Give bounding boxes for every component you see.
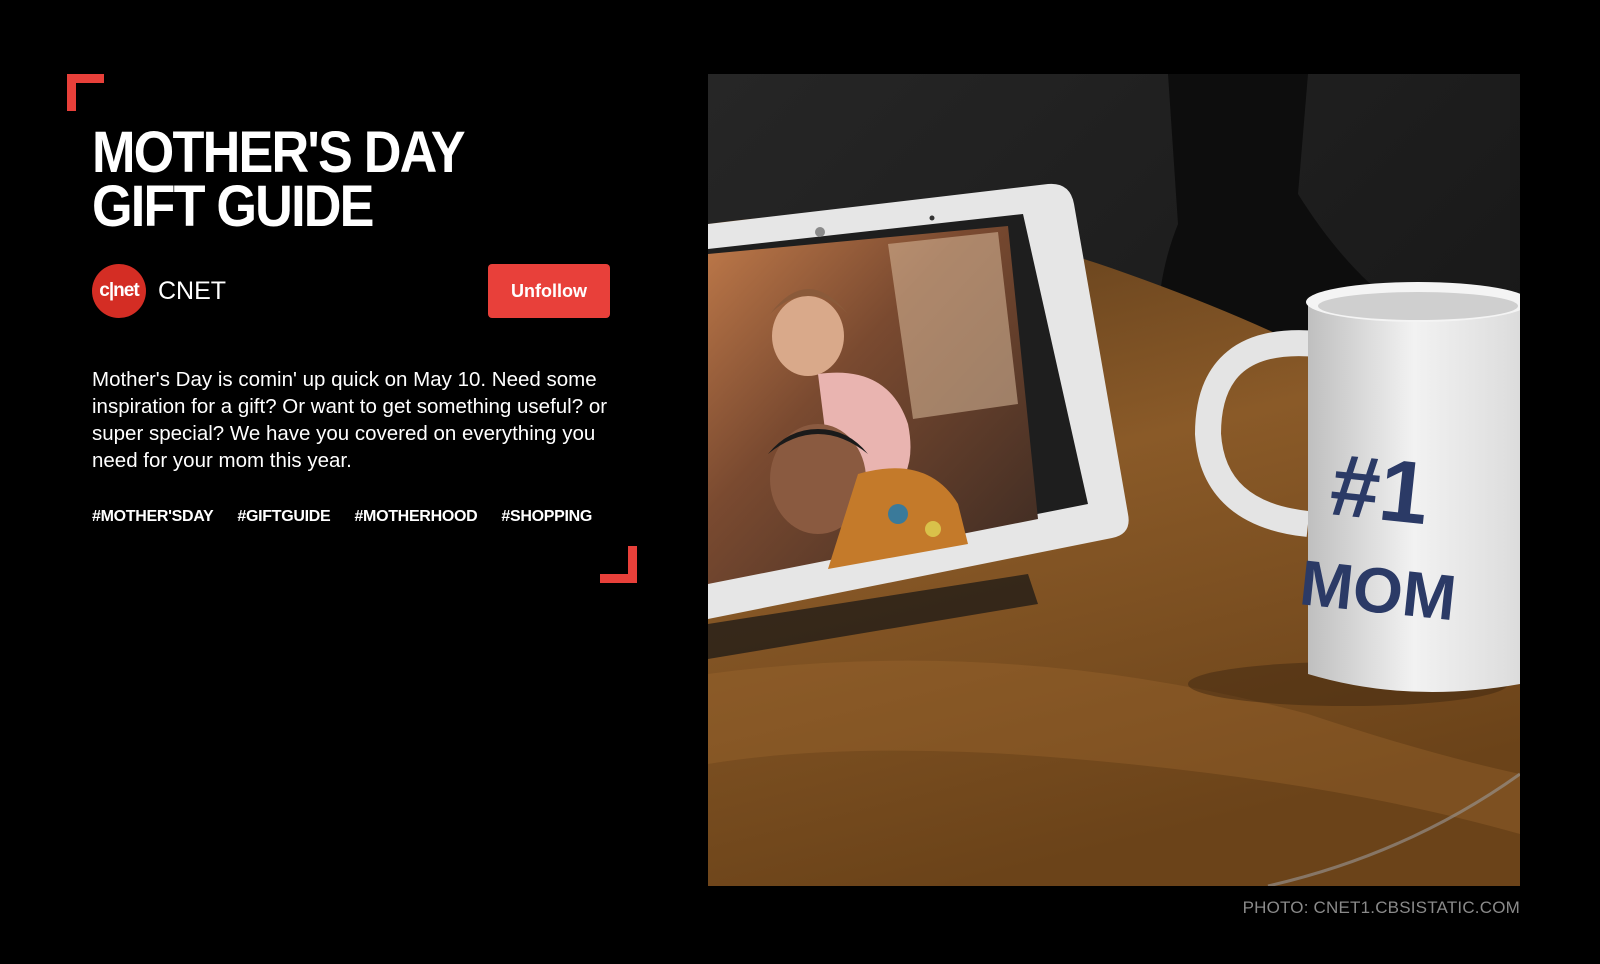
tag-mothers-day[interactable]: #MOTHER'SDAY	[92, 508, 214, 526]
cnet-logo[interactable]: c|net	[92, 264, 146, 318]
tag-gift-guide[interactable]: #GIFTGUIDE	[237, 508, 330, 526]
hero-photo: #1 MOM	[708, 74, 1520, 886]
tag-motherhood[interactable]: #MOTHERHOOD	[354, 508, 477, 526]
tag-shopping[interactable]: #SHOPPING	[501, 508, 592, 526]
page-title: MOTHER'S DAY GIFT GUIDE	[92, 120, 465, 239]
publisher-name[interactable]: CNET	[158, 277, 226, 306]
mug-text-number: #1	[1326, 434, 1434, 543]
tag-list: #MOTHER'SDAY #GIFTGUIDE #MOTHERHOOD #SHO…	[92, 508, 592, 526]
corner-bracket-top-left	[67, 74, 104, 111]
photo-credit: PHOTO: CNET1.CBSISTATIC.COM	[1242, 898, 1520, 917]
story-description: Mother's Day is comin' up quick on May 1…	[92, 368, 608, 472]
corner-bracket-bottom-right	[600, 546, 637, 583]
unfollow-button[interactable]: Unfollow	[488, 264, 610, 318]
publisher-info: c|net CNET	[92, 264, 226, 318]
